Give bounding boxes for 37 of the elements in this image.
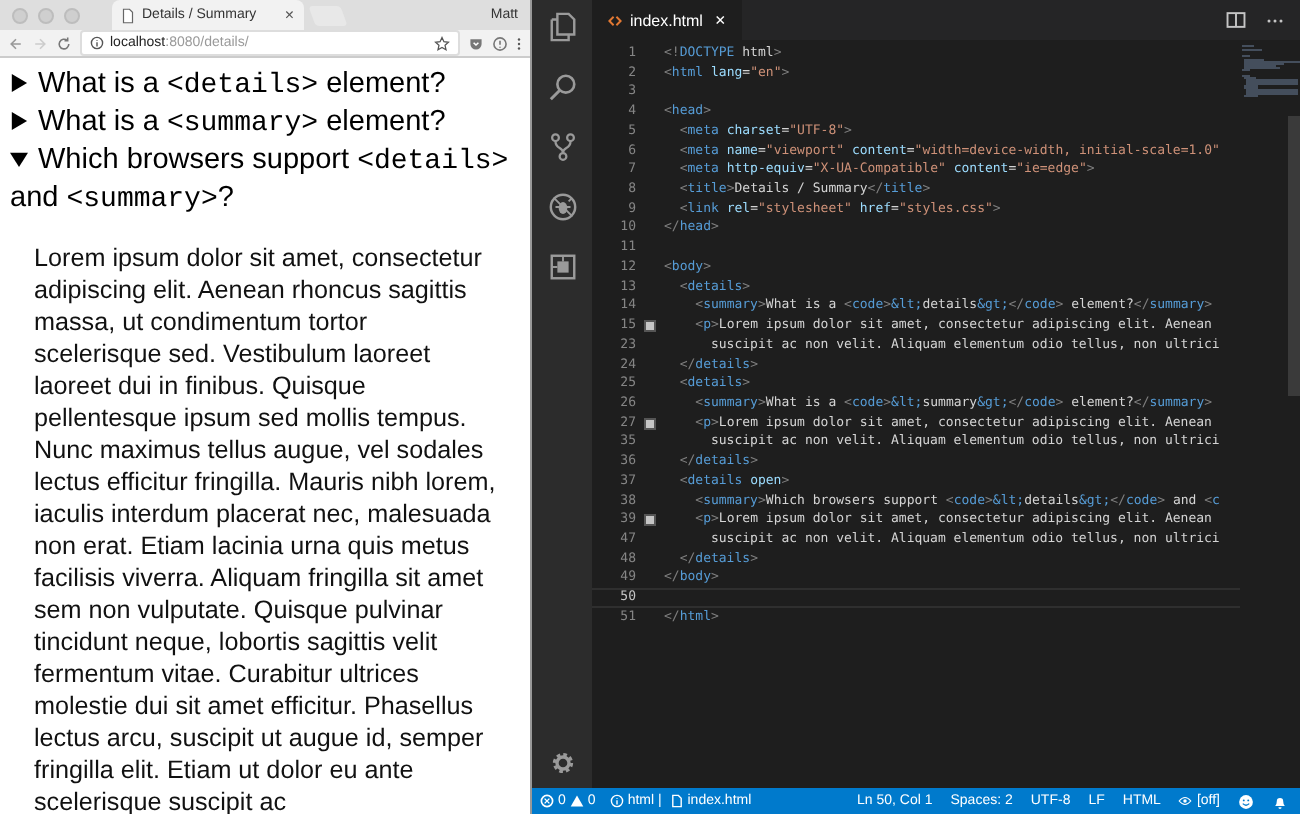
source-control-icon[interactable] [547,132,577,162]
settings-icon[interactable] [547,748,577,778]
close-tab-button[interactable]: × [284,6,294,24]
details-summary[interactable]: What is a <summary> element? [10,104,520,142]
details-summary[interactable]: What is a <details> element? [10,66,520,104]
menu-icon[interactable] [516,35,522,51]
extension-icon[interactable] [492,35,508,51]
close-tab-button[interactable]: × [714,10,726,30]
split-editor-icon[interactable] [1226,12,1246,28]
bell-icon[interactable] [1272,793,1288,809]
collapsed-triangle-icon[interactable] [10,74,28,92]
eye-icon [1178,794,1193,808]
warning-icon [569,794,584,808]
reload-icon[interactable] [56,35,72,51]
back-icon[interactable] [8,35,24,51]
extensions-icon[interactable] [547,252,577,282]
error-icon [540,794,554,808]
info-icon [609,794,624,808]
details-summary[interactable]: Which browsers support <details> and <summary>? [10,142,520,218]
star-icon[interactable] [434,35,450,51]
files-icon[interactable] [547,12,577,42]
editor-tab[interactable]: index.html × [592,0,742,40]
code-file-icon [608,13,622,27]
search-icon[interactable] [547,72,577,102]
tab-title: index.html [630,11,703,29]
debug-icon[interactable] [547,192,577,222]
info-icon[interactable] [90,36,104,50]
fold-expand-icon[interactable] [644,417,656,430]
scrollbar-thumb[interactable] [1288,116,1300,396]
fold-expand-icon[interactable] [644,319,656,332]
collapsed-triangle-icon[interactable] [10,112,28,130]
expanded-triangle-icon[interactable] [10,150,28,168]
fold-expand-icon[interactable] [644,514,656,527]
file-icon [669,794,684,808]
more-actions-icon[interactable] [1266,17,1284,23]
document-icon [122,7,134,23]
smiley-icon[interactable] [1238,793,1254,809]
